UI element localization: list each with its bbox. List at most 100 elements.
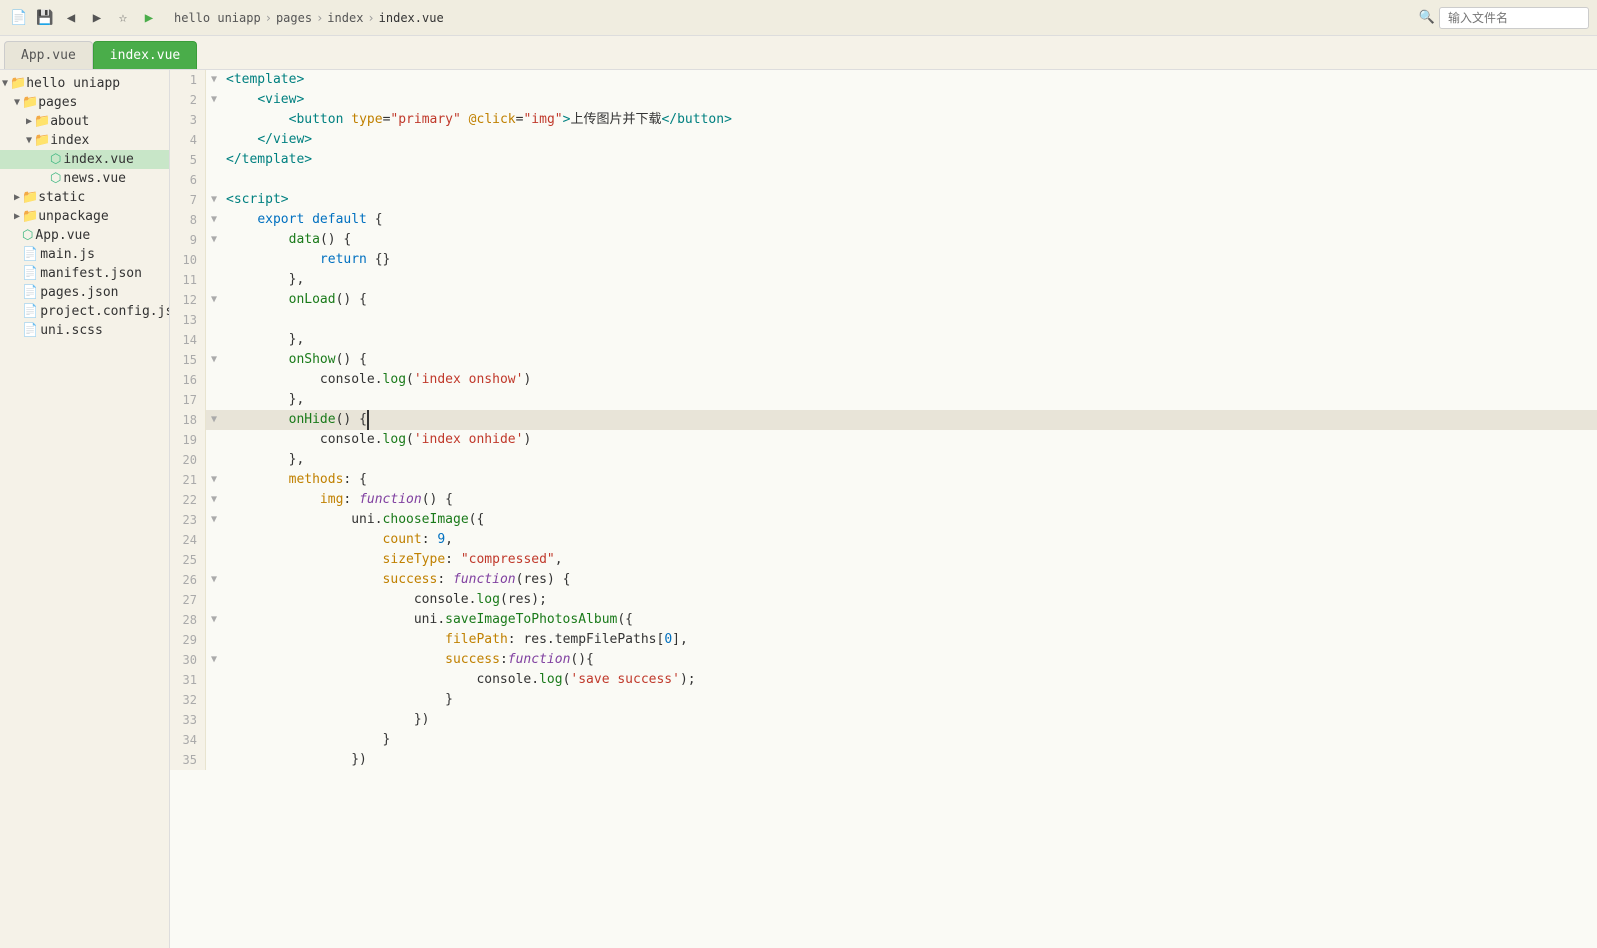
sidebar-item-unpackage[interactable]: ▶ 📁 unpackage [0, 207, 169, 226]
fold-21[interactable]: ▼ [206, 470, 222, 490]
breadcrumb-index[interactable]: index [327, 11, 363, 25]
run-icon[interactable]: ▶ [138, 7, 160, 29]
sidebar-item-pages[interactable]: ▼ 📁 pages [0, 93, 169, 112]
sidebar-item-index-folder[interactable]: ▼ 📁 index [0, 131, 169, 150]
fold-5 [206, 150, 222, 170]
static-label: static [38, 190, 85, 205]
breadcrumb-project[interactable]: hello uniapp [174, 11, 261, 25]
mainjs-label: main.js [40, 247, 95, 262]
root-label: hello uniapp [26, 76, 120, 91]
fold-23[interactable]: ▼ [206, 510, 222, 530]
forward-icon[interactable]: ▶ [86, 7, 108, 29]
line-content-28: uni.saveImageToPhotosAlbum({ [222, 610, 633, 630]
appvue-chevron [14, 230, 20, 241]
tab-index-vue[interactable]: index.vue [93, 41, 197, 69]
sidebar-root[interactable]: ▼ 📁 hello uniapp [0, 74, 169, 93]
line-content-4: </view> [222, 130, 312, 150]
unpackage-folder-icon: 📁 [22, 209, 38, 224]
fold-7[interactable]: ▼ [206, 190, 222, 210]
new-file-icon[interactable]: 📄 [8, 7, 30, 29]
code-line-6: 6 [170, 170, 1597, 190]
search-box[interactable]: 🔍 [1419, 7, 1589, 29]
fold-30[interactable]: ▼ [206, 650, 222, 670]
line-content-1: <template> [222, 70, 304, 90]
code-line-21: 21 ▼ methods: { [170, 470, 1597, 490]
fold-22[interactable]: ▼ [206, 490, 222, 510]
sidebar-item-about[interactable]: ▶ 📁 about [0, 112, 169, 131]
projectconfig-label: project.config.json [40, 304, 170, 319]
sidebar-item-uni-scss[interactable]: 📄 uni.scss [0, 321, 169, 340]
static-chevron: ▶ [14, 192, 20, 203]
sidebar-item-index-vue[interactable]: ⬡ index.vue [0, 150, 169, 169]
sidebar-item-app-vue[interactable]: ⬡ App.vue [0, 226, 169, 245]
code-line-15: 15 ▼ onShow() { [170, 350, 1597, 370]
line-num-25: 25 [170, 550, 206, 570]
top-bar: 📄 💾 ◀ ▶ ☆ ▶ hello uniapp › pages › index… [0, 0, 1597, 36]
line-content-32: } [222, 690, 453, 710]
line-content-35: }) [222, 750, 367, 770]
line-content-26: success: function(res) { [222, 570, 570, 590]
line-content-17: }, [222, 390, 304, 410]
fold-32 [206, 690, 222, 710]
code-line-18: 18 ▼ onHide() { [170, 410, 1597, 430]
pages-label: pages [38, 95, 77, 110]
fold-10 [206, 250, 222, 270]
code-line-17: 17 }, [170, 390, 1597, 410]
line-content-31: console.log('save success'); [222, 670, 696, 690]
line-content-30: success:function(){ [222, 650, 594, 670]
uniscss-label: uni.scss [40, 323, 103, 338]
fold-9[interactable]: ▼ [206, 230, 222, 250]
search-input[interactable] [1439, 7, 1589, 29]
sidebar-item-main-js[interactable]: 📄 main.js [0, 245, 169, 264]
pagesjson-chevron [14, 287, 20, 298]
bookmark-icon[interactable]: ☆ [112, 7, 134, 29]
uniscss-file-icon: 📄 [22, 323, 38, 338]
fold-4 [206, 130, 222, 150]
code-line-35: 35 }) [170, 750, 1597, 770]
sidebar-item-pages-json[interactable]: 📄 pages.json [0, 283, 169, 302]
sidebar-item-project-config[interactable]: 📄 project.config.json [0, 302, 169, 321]
fold-2[interactable]: ▼ [206, 90, 222, 110]
line-num-3: 3 [170, 110, 206, 130]
fold-15[interactable]: ▼ [206, 350, 222, 370]
fold-33 [206, 710, 222, 730]
back-icon[interactable]: ◀ [60, 7, 82, 29]
sidebar: ▼ 📁 hello uniapp ▼ 📁 pages ▶ 📁 about ▼ 📁… [0, 70, 170, 948]
sidebar-item-news-vue[interactable]: ⬡ news.vue [0, 169, 169, 188]
code-lines: 1 ▼ <template> 2 ▼ <view> 3 <button type… [170, 70, 1597, 770]
line-content-12: onLoad() { [222, 290, 367, 310]
line-num-19: 19 [170, 430, 206, 450]
sidebar-item-manifest-json[interactable]: 📄 manifest.json [0, 264, 169, 283]
fold-14 [206, 330, 222, 350]
code-line-11: 11 }, [170, 270, 1597, 290]
line-content-22: img: function() { [222, 490, 453, 510]
fold-28[interactable]: ▼ [206, 610, 222, 630]
code-line-7: 7 ▼ <script> [170, 190, 1597, 210]
line-num-12: 12 [170, 290, 206, 310]
fold-8[interactable]: ▼ [206, 210, 222, 230]
fold-34 [206, 730, 222, 750]
line-num-5: 5 [170, 150, 206, 170]
line-content-7: <script> [222, 190, 289, 210]
fold-26[interactable]: ▼ [206, 570, 222, 590]
save-icon[interactable]: 💾 [34, 7, 56, 29]
code-line-5: 5 </template> [170, 150, 1597, 170]
sidebar-item-static[interactable]: ▶ 📁 static [0, 188, 169, 207]
line-num-9: 9 [170, 230, 206, 250]
fold-18[interactable]: ▼ [206, 410, 222, 430]
breadcrumb-pages[interactable]: pages [276, 11, 312, 25]
tab-app-vue[interactable]: App.vue [4, 41, 93, 69]
projectconfig-file-icon: 📄 [22, 304, 38, 319]
code-editor[interactable]: 1 ▼ <template> 2 ▼ <view> 3 <button type… [170, 70, 1597, 948]
line-num-26: 26 [170, 570, 206, 590]
line-num-17: 17 [170, 390, 206, 410]
breadcrumb-file[interactable]: index.vue [379, 11, 444, 25]
line-content-9: data() { [222, 230, 351, 250]
newsvue-file-icon: ⬡ [50, 171, 61, 186]
line-num-28: 28 [170, 610, 206, 630]
line-content-21: methods: { [222, 470, 367, 490]
fold-1[interactable]: ▼ [206, 70, 222, 90]
main-layout: ▼ 📁 hello uniapp ▼ 📁 pages ▶ 📁 about ▼ 📁… [0, 70, 1597, 948]
fold-12[interactable]: ▼ [206, 290, 222, 310]
line-content-18: onHide() { [222, 410, 377, 430]
